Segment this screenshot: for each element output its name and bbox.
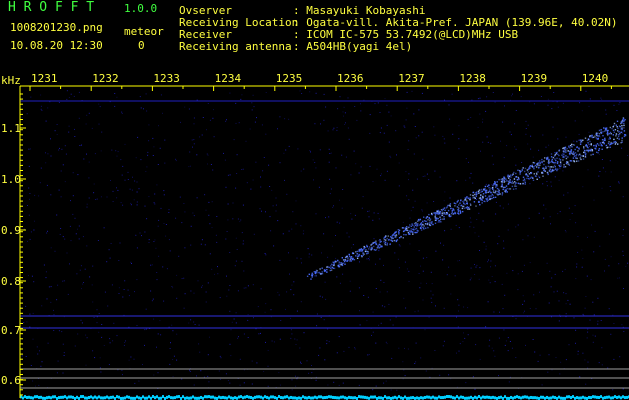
x-tick-label: 1236 [337, 72, 364, 85]
x-tick-label: 1232 [92, 72, 119, 85]
y-tick-label: 0.9 [1, 224, 21, 237]
y-tick-label: 1.1 [1, 122, 21, 135]
x-tick-label: 1235 [276, 72, 303, 85]
carrier-lines [20, 100, 629, 400]
noise-layer [20, 90, 629, 391]
y-tick-label: 1.0 [1, 173, 21, 186]
meteor-echo-trace [306, 117, 627, 280]
spectrogram-plot: 1231 1232 1233 1234 1235 1236 1237 1238 1239 1240… [1, 72, 629, 400]
y-tick-label: 0.8 [1, 275, 21, 288]
y-tick-label: 0.6 [1, 374, 21, 387]
x-tick-label: 1231 [31, 72, 58, 85]
x-tick-label: 1239 [521, 72, 548, 85]
plot-axes: 1231 1232 1233 1234 1235 1236 1237 1238 1239 1240… [1, 72, 629, 398]
y-tick-label: 0.7 [1, 324, 21, 337]
x-tick-label: 1238 [459, 72, 486, 85]
x-tick-label: 1233 [153, 72, 180, 85]
x-tick-label: 1240 [582, 72, 609, 85]
x-tick-label: 1237 [398, 72, 425, 85]
y-unit-label: kHz [1, 74, 21, 87]
x-tick-label: 1234 [215, 72, 242, 85]
